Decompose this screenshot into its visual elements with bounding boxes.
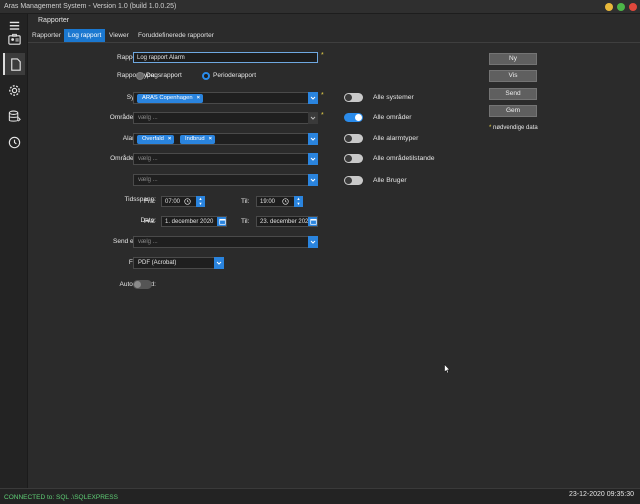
window-title: Aras Management System - Version 1.0 (bu…: [4, 3, 177, 10]
chevron-down-icon[interactable]: [308, 133, 318, 145]
chip-remove-icon[interactable]: ×: [209, 136, 212, 142]
alarm-type-chip[interactable]: Overfald ×: [137, 135, 175, 144]
user-placeholder: vælg ...: [138, 177, 158, 183]
chevron-down-icon[interactable]: [308, 153, 318, 165]
status-datetime: 23-12-2020 09:35:30: [569, 491, 634, 498]
timespan-to-label: Til:: [241, 198, 250, 205]
toggle-all-systems[interactable]: [344, 93, 363, 102]
rail-item-database[interactable]: [3, 105, 25, 127]
alarm-types-select[interactable]: Overfald × Indbrud ×: [133, 133, 318, 145]
clock-icon: [184, 198, 191, 205]
toggle-all-users[interactable]: [344, 176, 363, 185]
area-state-select[interactable]: vælg ...: [133, 153, 318, 165]
chevron-down-icon[interactable]: [214, 257, 224, 269]
database-icon: [8, 110, 21, 122]
calendar-icon[interactable]: [217, 217, 226, 226]
rail-item-access[interactable]: [3, 28, 25, 50]
required-marker: *: [321, 92, 324, 99]
auto-start-toggle[interactable]: [133, 280, 152, 289]
rail-item-settings[interactable]: [3, 79, 25, 101]
report-name-input[interactable]: Log rapport Alarm: [133, 52, 318, 63]
close-button[interactable]: [629, 3, 637, 11]
chevron-down-icon[interactable]: [308, 236, 318, 248]
timespan-from-label: Fra:: [144, 198, 156, 205]
date-to-input[interactable]: 23. december 2020: [256, 216, 318, 227]
date-label: Dato:: [140, 217, 156, 224]
tab-rapporter[interactable]: Rapporter: [28, 29, 65, 42]
chip-remove-icon[interactable]: ×: [197, 95, 200, 101]
view-button[interactable]: Vis: [489, 70, 537, 82]
time-to-input[interactable]: 19:00 ▲ ▼: [256, 196, 303, 207]
clock-icon: [8, 136, 20, 148]
date-from-input[interactable]: 1. december 2020: [161, 216, 227, 227]
toggle-all-areas-label: Alle områder: [373, 114, 412, 121]
date-from-label: Fra:: [144, 218, 156, 225]
date-to-label: Til:: [241, 218, 250, 225]
calendar-icon[interactable]: [308, 217, 317, 226]
rail-item-history[interactable]: [3, 131, 25, 153]
toggle-all-systems-label: Alle systemer: [373, 94, 414, 101]
maximize-button[interactable]: [617, 3, 625, 11]
radio-perioderapport-label: Perioderapport: [213, 72, 256, 79]
save-button[interactable]: Gem: [489, 105, 537, 117]
time-from-input[interactable]: 07:00 ▲ ▼: [161, 196, 205, 207]
gear-icon: [8, 84, 20, 96]
chip-remove-icon[interactable]: ×: [168, 136, 171, 142]
rail-item-reports[interactable]: [3, 53, 25, 75]
required-marker: *: [321, 52, 324, 59]
area-state-placeholder: vælg ...: [138, 156, 158, 162]
chevron-down-icon[interactable]: [308, 112, 318, 124]
page-header: Rapporter: [28, 14, 640, 28]
tab-log-rapport[interactable]: Log rapport: [64, 29, 106, 42]
time-from-stepper[interactable]: ▲ ▼: [196, 196, 205, 207]
radio-dagsrapport-label: Dagsrapport: [146, 72, 182, 79]
time-to-stepper[interactable]: ▲ ▼: [294, 196, 303, 207]
send-email-placeholder: vælg ...: [138, 239, 158, 245]
required-note: * nødvendige data: [489, 125, 538, 131]
toggle-all-area-states[interactable]: [344, 154, 363, 163]
toggle-all-area-states-label: Alle områdetilstande: [373, 155, 435, 162]
systems-chip[interactable]: ARAS Copenhagen ×: [137, 94, 203, 103]
areas-placeholder: vælg ...: [138, 115, 158, 121]
file-format-select[interactable]: PDF (Acrobat): [133, 257, 224, 269]
chevron-down-icon[interactable]: [308, 92, 318, 104]
toggle-all-areas[interactable]: [344, 113, 363, 122]
mouse-cursor-icon: [444, 364, 450, 374]
minimize-button[interactable]: [605, 3, 613, 11]
side-rail: [0, 14, 28, 488]
breadcrumb: Rapporter: [38, 17, 70, 24]
file-format-value: PDF (Acrobat): [138, 260, 177, 266]
send-email-select[interactable]: vælg ...: [133, 236, 318, 248]
chevron-down-icon[interactable]: [308, 174, 318, 186]
report-form-panel: Rapportnavn: Log rapport Alarm * Rapport…: [28, 44, 640, 488]
alarm-type-chip[interactable]: Indbrud ×: [180, 135, 216, 144]
required-marker: *: [321, 112, 324, 119]
status-bar: CONNECTED to: SQL .\SQLEXPRESS 23-12-202…: [0, 488, 640, 504]
areas-select[interactable]: vælg ...: [133, 112, 318, 124]
toggle-all-alarm-types-label: Alle alarmtyper: [373, 135, 419, 142]
systems-select[interactable]: ARAS Copenhagen ×: [133, 92, 318, 104]
title-bar: Aras Management System - Version 1.0 (bu…: [0, 0, 640, 14]
clock-icon: [282, 198, 289, 205]
id-card-icon: [7, 33, 21, 45]
timespan-label: Tidsspann:: [124, 196, 156, 203]
send-button[interactable]: Send: [489, 88, 537, 100]
user-select[interactable]: vælg ...: [133, 174, 318, 186]
tab-foruddefinerede-rapporter[interactable]: Foruddefinerede rapporter: [134, 29, 218, 42]
tab-viewer[interactable]: Viewer: [105, 29, 133, 42]
toggle-all-alarm-types[interactable]: [344, 134, 363, 143]
connection-status: CONNECTED to: SQL .\SQLEXPRESS: [4, 494, 118, 501]
toggle-all-users-label: Alle Bruger: [373, 177, 407, 184]
tab-bar: Rapporter Log rapport Viewer Foruddefine…: [28, 29, 640, 43]
document-icon: [10, 57, 21, 71]
radio-perioderapport[interactable]: [202, 72, 210, 80]
new-button[interactable]: Ny: [489, 53, 537, 65]
radio-dagsrapport[interactable]: [136, 72, 144, 80]
